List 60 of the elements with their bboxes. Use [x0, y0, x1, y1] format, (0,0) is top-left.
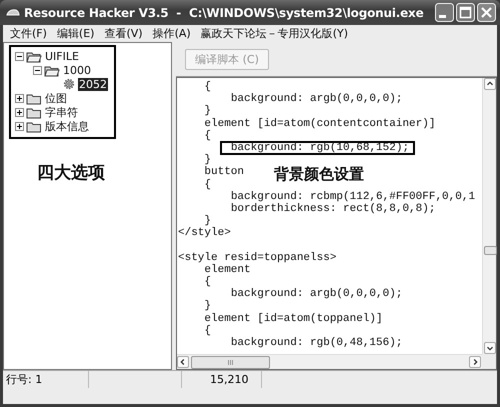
scroll-right-icon[interactable] — [469, 356, 481, 368]
folder-icon — [26, 92, 42, 104]
menu-item[interactable]: 赢政天下论坛－专用汉化版(Y) — [196, 26, 353, 40]
script-editor[interactable] — [176, 77, 497, 370]
expand-icon[interactable] — [15, 108, 24, 116]
menu-item[interactable]: 文件(F) — [5, 26, 52, 40]
code-line: } — [204, 215, 212, 228]
annotation-text: 背景颜色设置 — [274, 168, 364, 180]
menu-item[interactable]: 编辑(E) — [52, 26, 100, 40]
scroll-left-icon[interactable] — [177, 356, 189, 368]
code-line: background: argb(0,0,0,0); — [230, 93, 402, 106]
folder-icon — [26, 120, 42, 132]
code-line: element [id=atom(contentcontainer)] — [204, 118, 436, 130]
scroll-thumb[interactable] — [191, 356, 270, 368]
code-line: { — [204, 178, 212, 191]
tree-item[interactable]: 字串符 — [44, 106, 79, 118]
folder-icon — [44, 64, 60, 76]
scroll-up-icon[interactable] — [484, 78, 496, 90]
code-line: } — [204, 300, 212, 313]
code-line: { — [204, 276, 212, 288]
tree-item[interactable]: 2052 — [78, 78, 108, 90]
collapse-icon[interactable] — [33, 66, 42, 74]
minimize-button[interactable] — [435, 3, 454, 22]
tree-item[interactable]: 版本信息 — [44, 120, 90, 132]
code-line: } — [204, 154, 212, 166]
folder-icon — [26, 106, 42, 118]
code-line: background: rgb(0,48,156); — [230, 336, 402, 350]
expand-icon[interactable] — [15, 122, 24, 130]
tree-item[interactable]: 位图 — [44, 92, 68, 104]
code-line: button — [204, 166, 244, 179]
code-line: element — [204, 264, 251, 276]
collapse-icon[interactable] — [15, 52, 24, 60]
horizontal-scrollbar[interactable] — [177, 354, 482, 369]
folder-icon — [26, 50, 42, 62]
menu-item[interactable]: 操作(A) — [148, 26, 196, 40]
code-line: borderthickness: rect(8,8,0,8); — [230, 202, 436, 216]
maximize-button[interactable] — [456, 3, 475, 22]
code-line: background: argb(0,0,0,0); — [230, 288, 402, 300]
code-line: element [id=atom(toppanel)] — [204, 312, 383, 325]
code-line: } — [204, 105, 212, 118]
menu-item[interactable]: 查看(V) — [99, 26, 148, 40]
close-button[interactable] — [477, 3, 496, 22]
scroll-down-icon[interactable] — [484, 342, 496, 354]
status-text: 行号: 1 — [6, 372, 42, 387]
code-line: { — [204, 130, 212, 142]
code-line: </style> — [178, 227, 231, 240]
vertical-scrollbar[interactable] — [482, 78, 496, 354]
code-line: background: rcbmp(112,6,#FF00FF,0,0,1 — [230, 190, 476, 203]
app-icon — [6, 6, 20, 18]
code-line: { — [204, 81, 212, 94]
tree-item[interactable]: 1000 — [62, 64, 92, 76]
code-line: { — [204, 324, 212, 337]
gear-icon — [62, 77, 76, 91]
code-line: <style resid=toppanelss> — [178, 252, 336, 264]
expand-icon[interactable] — [15, 94, 24, 102]
status-text: 15,210 — [210, 373, 248, 386]
annotation-text: 四大选项 — [37, 162, 106, 184]
tree-item[interactable]: UIFILE — [44, 50, 80, 62]
window-title: Resource Hacker V3.5 - C:\WINDOWS\system32\logonui.exe — [24, 6, 425, 20]
scroll-thumb[interactable] — [484, 246, 497, 255]
